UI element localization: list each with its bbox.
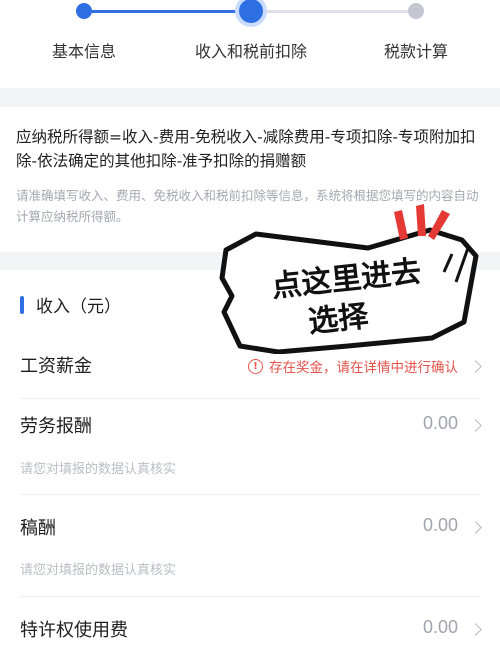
step-dot-income-deduction[interactable]	[239, 0, 263, 23]
annotation-sticker: 点这里进去 选择	[218, 204, 480, 354]
row-label: 特许权使用费	[20, 620, 128, 641]
row-value: 0.00	[422, 515, 458, 535]
chevron-right-icon	[469, 360, 482, 373]
row-label: 稿酬	[20, 518, 56, 539]
step-label-income-deduction[interactable]: 收入和税前扣除	[195, 38, 307, 62]
chevron-right-icon	[469, 419, 482, 432]
step-label-basic-info[interactable]: 基本信息	[52, 38, 116, 62]
income-row-labor-remuneration[interactable]: 劳务报酬 0.00 请您对填报的数据认真核实	[0, 412, 500, 482]
chevron-right-icon	[469, 521, 482, 534]
progress-stepper: 基本信息 收入和税前扣除 税款计算	[0, 0, 500, 88]
income-row-royalties[interactable]: 特许权使用费 0.00	[0, 616, 500, 656]
row-value: 0.00	[422, 413, 458, 433]
section-accent-bar	[20, 295, 24, 314]
row-value: 0.00	[422, 617, 458, 637]
exclamation-circle-icon: !	[248, 358, 263, 374]
step-connector-done	[84, 10, 251, 13]
chevron-right-icon	[469, 623, 482, 636]
step-connector-todo	[251, 10, 416, 13]
bonus-warning[interactable]: ! 存在奖金，请在详情中进行确认	[248, 356, 458, 376]
row-label: 劳务报酬	[20, 416, 92, 437]
step-label-tax-calculation[interactable]: 税款计算	[384, 38, 448, 62]
step-dot-basic-info[interactable]	[76, 3, 92, 19]
row-label: 工资薪金	[20, 356, 92, 377]
income-row-author-remuneration[interactable]: 稿酬 0.00 请您对填报的数据认真核实	[0, 514, 500, 584]
row-hint: 请您对填报的数据认真核实	[20, 563, 177, 578]
taxable-income-formula: 应纳税所得额=收入-费用-免税收入-减除费用-专项扣除-专项附加扣除-依法确定的…	[16, 128, 476, 170]
section-title: 收入（元）	[36, 297, 121, 317]
emphasis-marks-icon	[394, 204, 450, 240]
row-hint: 请您对填报的数据认真核实	[20, 462, 177, 477]
section-header: 收入（元）	[20, 292, 121, 317]
row-divider	[20, 494, 480, 495]
row-divider	[20, 398, 480, 399]
step-dot-tax-calculation[interactable]	[408, 3, 424, 19]
warning-text: 存在奖金，请在详情中进行确认	[269, 360, 458, 376]
income-row-salary[interactable]: 工资薪金 ! 存在奖金，请在详情中进行确认	[0, 348, 500, 398]
row-divider	[20, 596, 480, 597]
